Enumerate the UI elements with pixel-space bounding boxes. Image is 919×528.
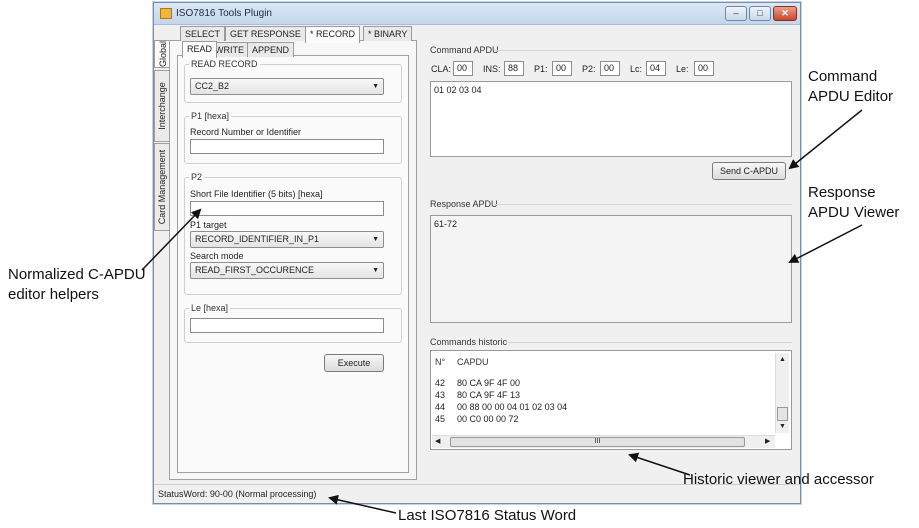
tab-record[interactable]: * RECORD (305, 26, 361, 43)
arrow-status-word (328, 494, 397, 514)
annotation-arrows (141, 109, 863, 514)
arrow-historic (628, 452, 691, 476)
tab-read[interactable]: READ (182, 41, 218, 58)
arrow-command-editor (788, 109, 863, 170)
arrow-helpers (141, 208, 202, 271)
arrow-response-viewer (788, 224, 863, 263)
